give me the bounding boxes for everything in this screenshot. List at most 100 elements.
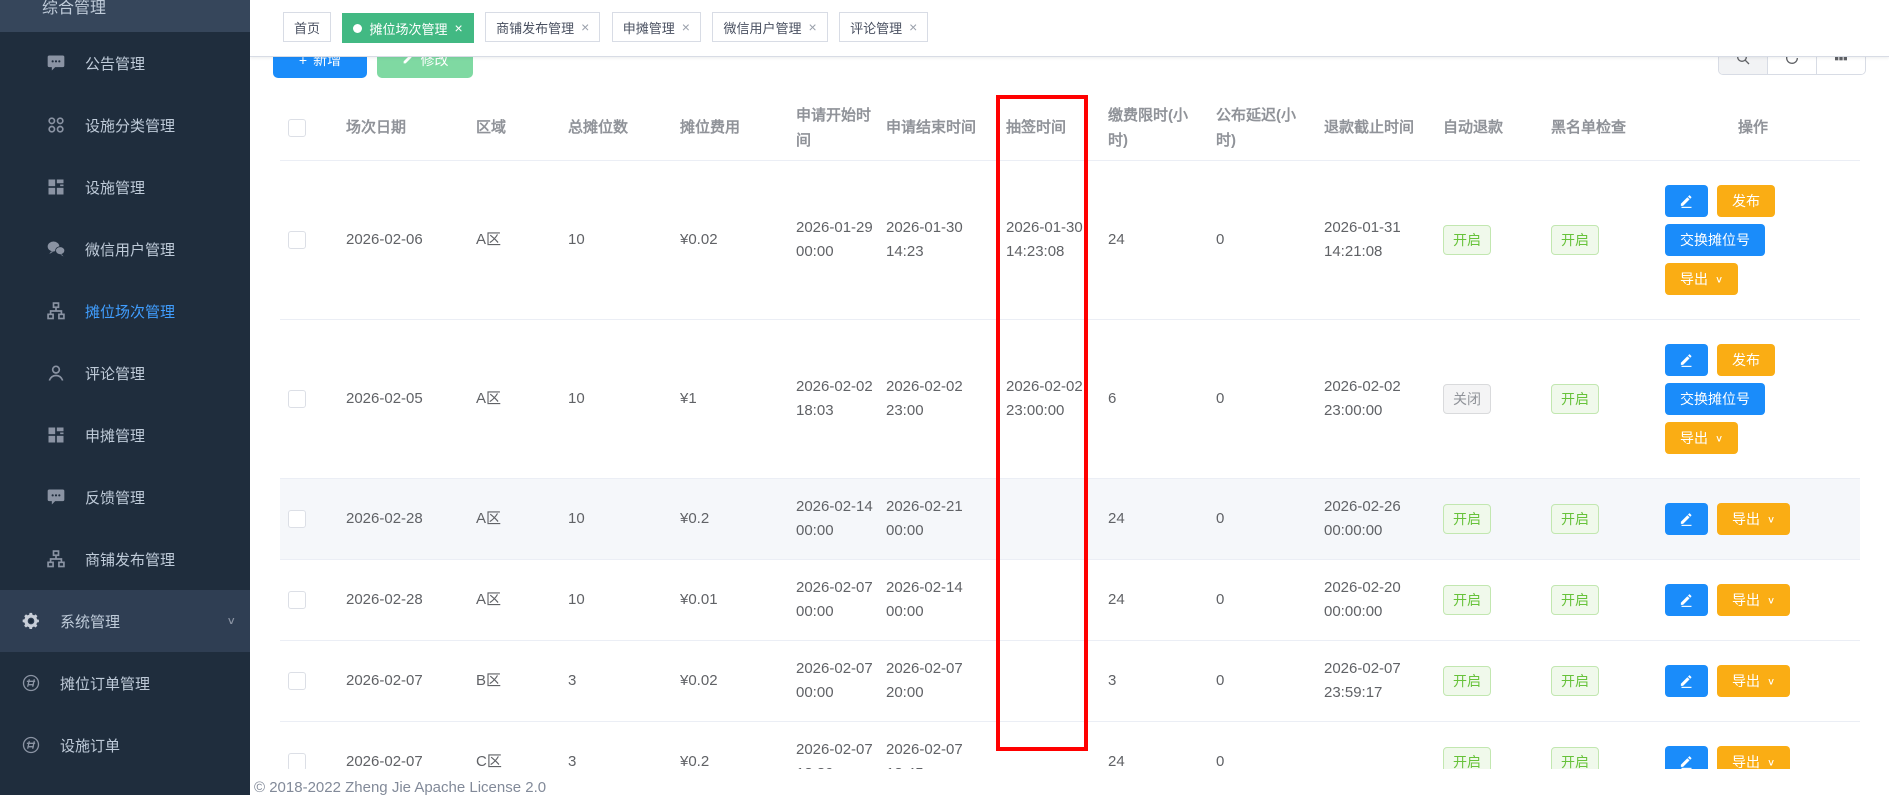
sidebar-item-icon <box>45 548 67 570</box>
export-button[interactable]: 导出 ∨ <box>1665 263 1738 295</box>
cell-apply-start-time: 2026-02-07 00:00 <box>796 576 886 624</box>
sidebar-item[interactable]: 公告管理 ∨ <box>0 32 250 94</box>
cell-session-date: 2026-02-07 <box>346 669 476 693</box>
tab-item[interactable]: 微信用户管理 × <box>712 12 827 42</box>
column-header-total-stalls: 总摊位数 <box>568 115 680 140</box>
column-header-blacklist-check: 黑名单检查 <box>1536 115 1656 140</box>
swap-stall-number-button[interactable]: 交换摊位号 <box>1665 383 1765 415</box>
sidebar-item-icon <box>45 486 67 508</box>
tab-label: 摊位场次管理 <box>369 19 447 38</box>
edit-button[interactable] <box>1665 503 1708 535</box>
edit-button[interactable] <box>1665 665 1708 697</box>
row-checkbox[interactable] <box>288 672 306 690</box>
row-checkbox[interactable] <box>288 390 306 408</box>
table-header-row: 场次日期 区域 总摊位数 摊位费用 申请开始时间 申请结束时间 抽签时间 缴费限… <box>280 95 1860 161</box>
sidebar-item[interactable]: 商铺发布管理 ∨ <box>0 528 250 590</box>
cell-stall-fee: ¥0.02 <box>680 669 796 693</box>
row-checkbox[interactable] <box>288 591 306 609</box>
cell-publish-delay: 0 <box>1216 387 1324 411</box>
close-icon[interactable]: × <box>682 20 690 34</box>
column-header-lottery-time: 抽签时间 <box>996 115 1108 140</box>
chevron-down-icon: ∨ <box>1767 675 1775 686</box>
cell-refund-deadline: 2026-02-26 00:00:00 <box>1324 495 1436 543</box>
tab-item[interactable]: 商铺发布管理 × <box>485 12 600 42</box>
tab-item[interactable]: 评论管理 × <box>839 12 928 42</box>
cell-stall-fee: ¥1 <box>680 387 796 411</box>
sidebar-item[interactable]: 微信用户管理 ∨ <box>0 218 250 280</box>
sidebar-item[interactable]: 设施分类管理 ∨ <box>0 94 250 156</box>
cell-session-date: 2026-02-28 <box>346 588 476 612</box>
select-all-checkbox[interactable] <box>288 119 306 137</box>
cell-publish-delay: 0 <box>1216 588 1324 612</box>
export-button[interactable]: 导出 ∨ <box>1665 422 1738 454</box>
sidebar-item-label: 反馈管理 <box>85 487 145 508</box>
close-icon[interactable]: × <box>581 20 589 34</box>
cell-pay-time-limit: 24 <box>1108 507 1216 531</box>
swap-stall-number-button[interactable]: 交换摊位号 <box>1665 224 1765 256</box>
close-icon[interactable]: × <box>808 20 816 34</box>
close-icon[interactable]: × <box>454 21 462 35</box>
sidebar-item[interactable]: 评论管理 ∨ <box>0 342 250 404</box>
tab-item[interactable]: 首页 × <box>283 12 331 42</box>
cell-pay-time-limit: 3 <box>1108 669 1216 693</box>
publish-button[interactable]: 发布 <box>1717 185 1775 217</box>
column-header-area: 区域 <box>476 115 568 140</box>
sidebar-item-icon <box>45 114 67 136</box>
sidebar-item[interactable]: 申摊管理 ∨ <box>0 404 250 466</box>
cell-area: A区 <box>476 228 568 252</box>
export-button[interactable]: 导出 ∨ <box>1717 584 1790 616</box>
tab-item[interactable]: 申摊管理 × <box>612 12 701 42</box>
cell-stall-fee: ¥0.2 <box>680 507 796 531</box>
export-button[interactable]: 导出 ∨ <box>1717 503 1790 535</box>
sidebar: 综合管理 公告管理 ∨ 设施分类管理 ∨ 设施管理 ∨ <box>0 0 250 795</box>
sidebar-item-label: 申摊管理 <box>85 425 145 446</box>
auto-refund-tag: 开启 <box>1443 666 1491 696</box>
chevron-down-icon: ∨ <box>1715 273 1723 284</box>
cell-pay-time-limit: 6 <box>1108 387 1216 411</box>
auto-refund-tag: 关闭 <box>1443 384 1491 414</box>
sidebar-item-icon <box>20 672 42 694</box>
cell-refund-deadline: 2026-02-02 23:00:00 <box>1324 375 1436 423</box>
sidebar-item-label: 摊位订单管理 <box>60 673 150 694</box>
sidebar-item[interactable]: 设施订单 ∨ <box>0 714 250 776</box>
tags-view-bar: 首页 × 摊位场次管理 × 商铺发布管理 × 申摊管理 <box>250 0 1889 57</box>
column-header-publish-delay: 公布延迟(小时) <box>1216 103 1324 153</box>
tab-label: 商铺发布管理 <box>496 18 574 37</box>
cell-apply-end-time: 2026-02-21 00:00 <box>886 495 996 543</box>
cell-apply-start-time: 2026-01-29 00:00 <box>796 216 886 264</box>
cell-apply-end-time: 2026-01-30 14:23 <box>886 216 996 264</box>
cell-pay-time-limit: 24 <box>1108 228 1216 252</box>
export-button[interactable]: 导出 ∨ <box>1717 665 1790 697</box>
row-actions: 发布 交换摊位号 导出 ∨ <box>1665 665 1841 697</box>
sidebar-item-label: 公告管理 <box>85 53 145 74</box>
sidebar-item[interactable]: 设施管理 ∨ <box>0 156 250 218</box>
close-icon[interactable]: × <box>909 20 917 34</box>
sidebar-item[interactable]: 摊位订单管理 ∨ <box>0 652 250 714</box>
sidebar-item[interactable]: 系统管理 ∨ <box>0 590 250 652</box>
column-header-auto-refund: 自动退款 <box>1436 115 1536 140</box>
row-actions: 发布 交换摊位号 导出 ∨ <box>1665 503 1841 535</box>
column-header-session-date: 场次日期 <box>346 115 476 140</box>
footer: © 2018-2022 Zheng Jie Apache License 2.0 <box>250 769 1889 795</box>
blacklist-check-tag: 开启 <box>1551 504 1599 534</box>
sidebar-item-icon <box>45 176 67 198</box>
sidebar-item[interactable]: 反馈管理 ∨ <box>0 466 250 528</box>
auto-refund-tag: 开启 <box>1443 585 1491 615</box>
row-checkbox[interactable] <box>288 510 306 528</box>
sidebar-item[interactable]: 摊位场次管理 ∨ <box>0 280 250 342</box>
row-checkbox[interactable] <box>288 231 306 249</box>
cell-publish-delay: 0 <box>1216 507 1324 531</box>
edit-button[interactable] <box>1665 584 1708 616</box>
blacklist-check-tag: 开启 <box>1551 225 1599 255</box>
sidebar-item-collapsed-top[interactable]: 综合管理 <box>0 0 250 32</box>
cell-session-date: 2026-02-06 <box>346 228 476 252</box>
edit-button[interactable] <box>1665 185 1708 217</box>
tab-item[interactable]: 摊位场次管理 × <box>342 13 473 43</box>
sidebar-item-icon <box>45 238 67 260</box>
edit-button[interactable] <box>1665 344 1708 376</box>
sidebar-item-icon <box>45 362 67 384</box>
publish-button[interactable]: 发布 <box>1717 344 1775 376</box>
cell-area: A区 <box>476 387 568 411</box>
chevron-down-icon: ∨ <box>1767 594 1775 605</box>
tab-label: 申摊管理 <box>623 18 675 37</box>
